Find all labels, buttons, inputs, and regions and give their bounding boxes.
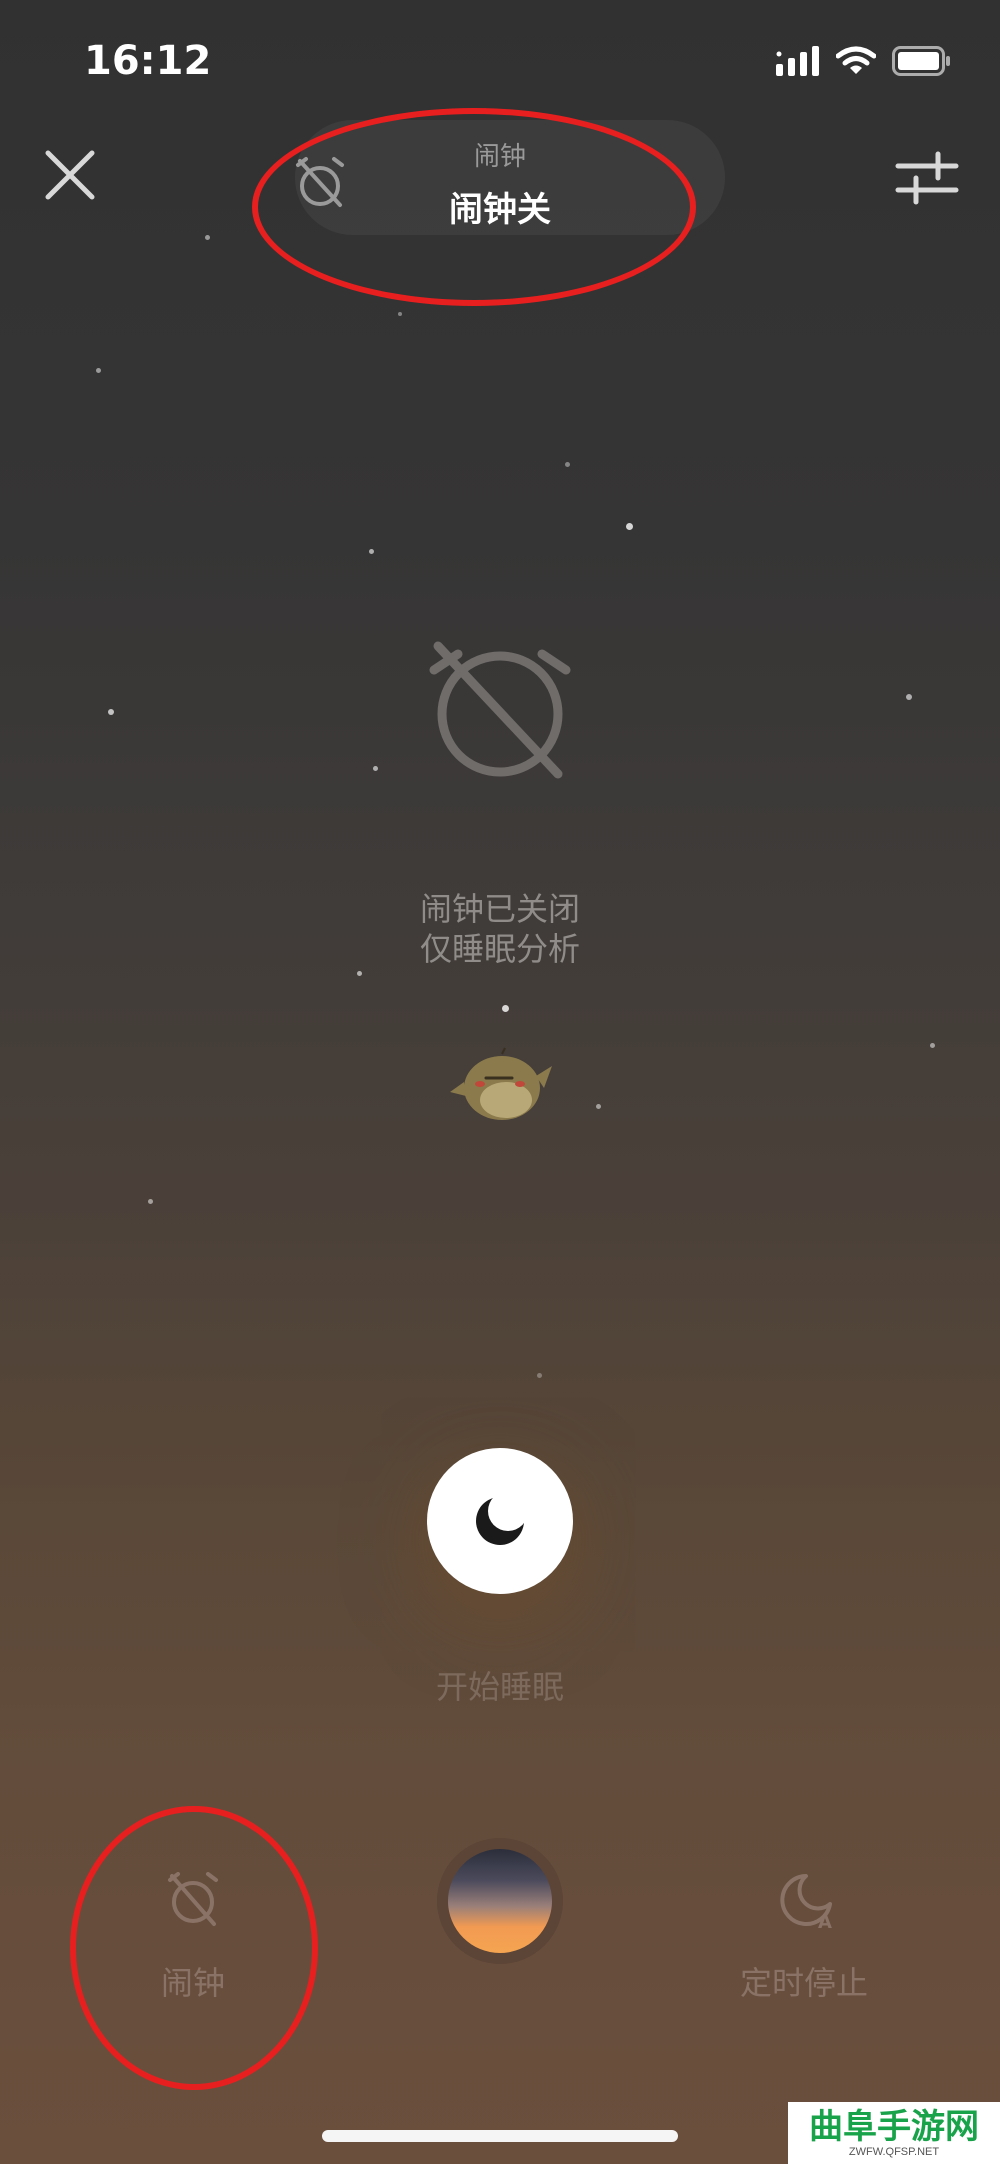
svg-text:A: A bbox=[818, 1912, 832, 1930]
wifi-icon bbox=[836, 46, 876, 74]
start-sleep-label: 开始睡眠 bbox=[435, 1668, 564, 1706]
status-time: 16:12 bbox=[84, 38, 212, 84]
toolbar-timer-stop-label[interactable]: 定时停止 bbox=[684, 1958, 924, 2004]
home-indicator[interactable] bbox=[322, 2130, 678, 2142]
watermark-logo: 曲阜手游网 ZWFW.QFSP.NET bbox=[788, 2102, 1000, 2164]
sliders-icon bbox=[895, 151, 959, 205]
alarm-off-large-icon bbox=[420, 640, 580, 780]
alarm-off-icon bbox=[168, 1872, 218, 1926]
annotation-ellipse-bottom bbox=[70, 1806, 318, 2090]
mascot-bird-icon bbox=[450, 1040, 555, 1125]
moon-icon bbox=[476, 1491, 528, 1545]
watermark-main-text: 曲阜手游网 bbox=[809, 2107, 979, 2147]
sleep-scene-thumbnail bbox=[448, 1849, 552, 1953]
alarm-status-line-2: 仅睡眠分析 bbox=[419, 930, 580, 968]
sleep-scene-button[interactable] bbox=[437, 1838, 563, 1964]
toolbar-alarm-button[interactable] bbox=[162, 1868, 224, 1934]
start-sleep-button[interactable] bbox=[427, 1448, 573, 1594]
alarm-pill-value[interactable]: 闹钟关 bbox=[0, 182, 1000, 231]
status-icons bbox=[776, 46, 952, 76]
settings-button[interactable] bbox=[894, 148, 960, 208]
toolbar-alarm-label[interactable]: 闹钟 bbox=[73, 1958, 313, 2004]
alarm-pill-title: 闹钟 bbox=[473, 142, 526, 172]
toolbar-timer-stop-button[interactable]: A bbox=[776, 1868, 838, 1934]
watermark-sub-text: ZWFW.QFSP.NET bbox=[848, 2146, 940, 2158]
battery-icon bbox=[892, 46, 950, 76]
cellular-signal-icon bbox=[776, 46, 819, 76]
moon-timer-icon: A bbox=[780, 1874, 832, 1933]
